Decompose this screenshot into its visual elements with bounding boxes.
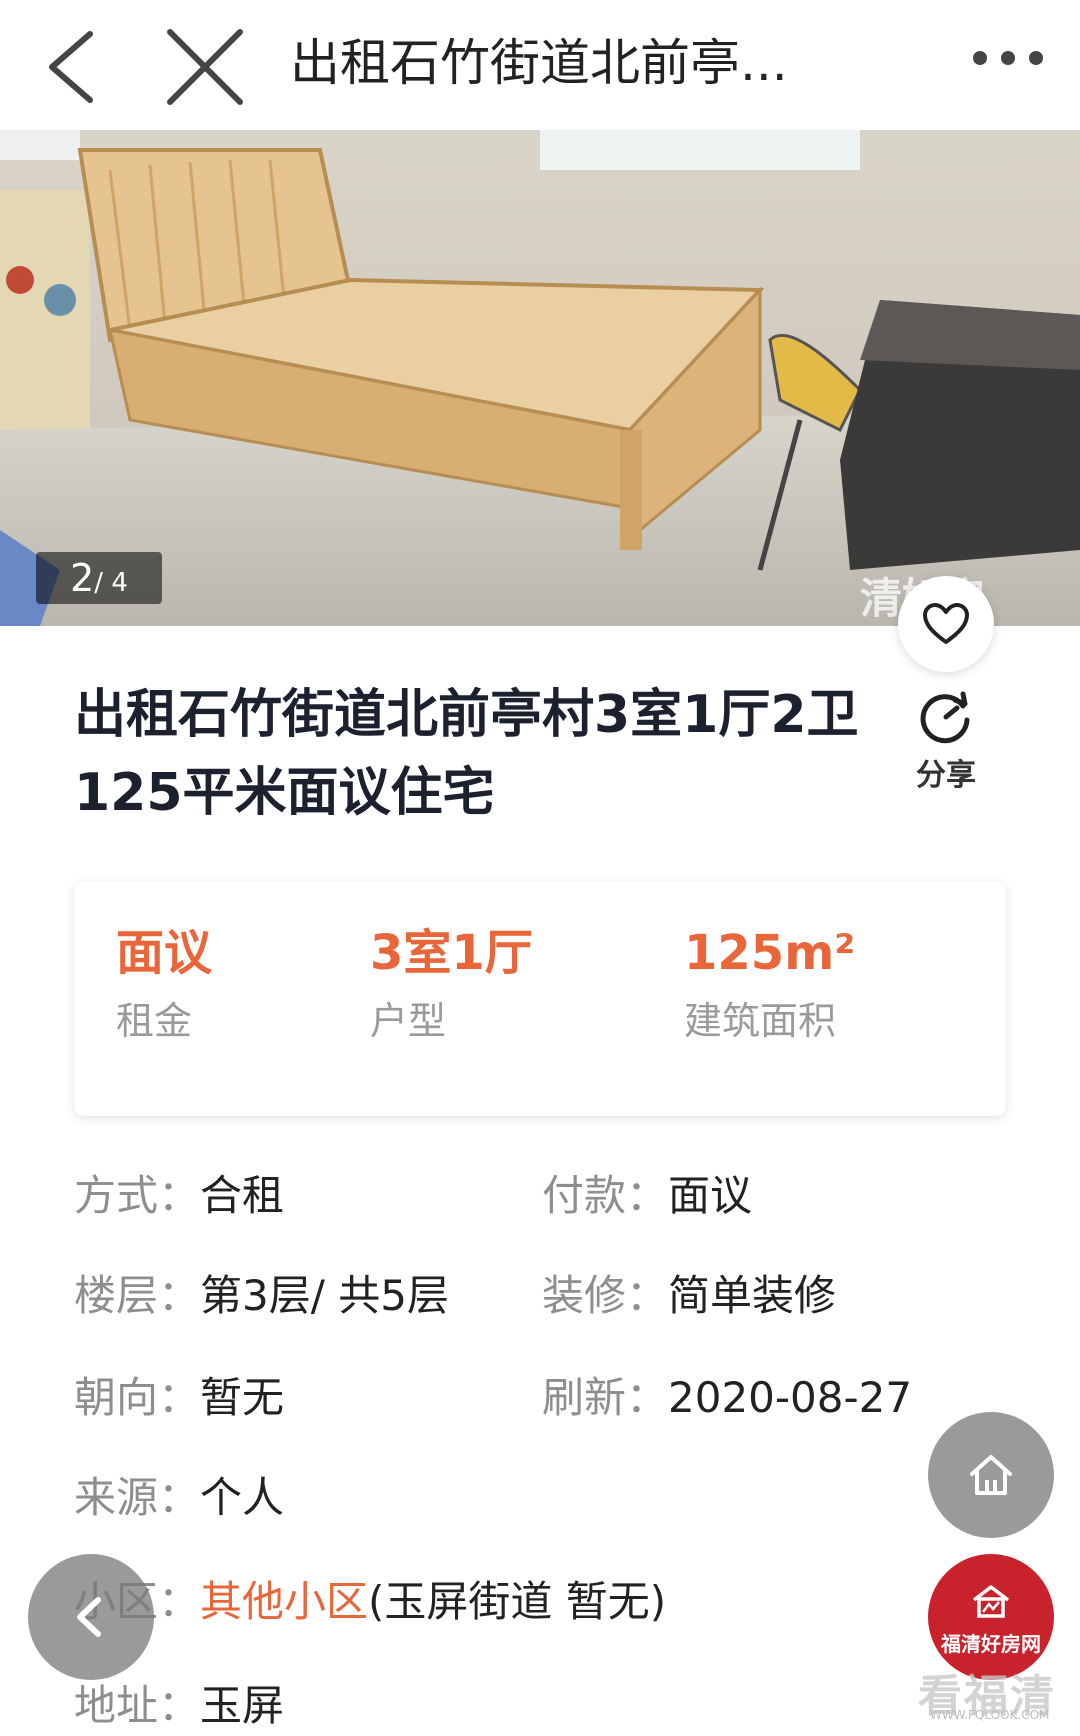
- summary-label: 户型: [370, 999, 447, 1043]
- detail-mode: 方式：合租: [74, 1166, 284, 1226]
- detail-payment: 付款：面议: [542, 1166, 752, 1226]
- house-logo-icon: [972, 1585, 1010, 1618]
- share-icon: [920, 691, 970, 744]
- floating-back-button[interactable]: [28, 1554, 154, 1680]
- summary-rent: 面议 租金: [116, 922, 212, 1050]
- detail-address: 地址：玉屏: [74, 1676, 284, 1736]
- home-icon: [970, 1455, 1012, 1495]
- brand-badge-text: 福清好房网: [941, 1632, 1041, 1656]
- detail-label: 装修：: [542, 1271, 669, 1320]
- detail-source: 来源：个人: [74, 1468, 284, 1528]
- close-button[interactable]: [160, 22, 250, 112]
- detail-value: 个人: [200, 1473, 285, 1522]
- detail-value: 第3层/ 共5层: [200, 1271, 449, 1320]
- detail-decoration: 装修：简单装修: [542, 1266, 836, 1326]
- detail-label: 付款：: [542, 1171, 669, 1220]
- more-button[interactable]: [970, 38, 1050, 78]
- summary-value: 3室1厅: [370, 925, 533, 981]
- community-link[interactable]: 其他小区: [200, 1577, 368, 1626]
- detail-refresh: 刷新：2020-08-27: [542, 1368, 912, 1428]
- detail-label: 楼层：: [74, 1271, 201, 1320]
- share-label: 分享: [916, 758, 976, 793]
- chevron-left-icon: [49, 31, 93, 103]
- page-title: 出租石竹街道北前亭...: [290, 34, 788, 92]
- summary-value: 125m²: [684, 925, 856, 981]
- summary-layout: 3室1厅 户型: [370, 922, 533, 1050]
- heart-icon: [923, 603, 969, 644]
- share-button[interactable]: 分享: [896, 690, 996, 800]
- detail-value: 面议: [668, 1171, 753, 1220]
- listing-title: 出租石竹街道北前亭村3室1厅2卫125平米面议住宅: [74, 685, 859, 823]
- summary-label: 租金: [116, 999, 193, 1043]
- detail-community: 小区：其他小区(玉屏街道 暂无): [74, 1572, 666, 1632]
- chevron-left-icon: [77, 1597, 101, 1637]
- summary-label: 建筑面积: [684, 999, 837, 1043]
- detail-label: 朝向：: [74, 1373, 201, 1422]
- photo-counter-total: / 4: [94, 568, 128, 598]
- photo-counter-current: 2: [70, 556, 95, 600]
- detail-value: 合租: [200, 1171, 285, 1220]
- detail-value: (玉屏街道 暂无): [368, 1577, 667, 1626]
- site-url-watermark: WWW.FQLOOK.COM: [930, 1708, 1050, 1722]
- detail-floor: 楼层：第3层/ 共5层: [74, 1266, 449, 1326]
- detail-value: 暂无: [200, 1373, 285, 1422]
- home-button[interactable]: [928, 1412, 1054, 1538]
- detail-label: 地址：: [74, 1681, 201, 1730]
- summary-card: 面议 租金 3室1厅 户型 125m² 建筑面积: [74, 882, 1006, 1116]
- detail-value: 玉屏: [200, 1681, 285, 1730]
- favorite-button[interactable]: [898, 576, 994, 672]
- top-nav-bar: 出租石竹街道北前亭...: [0, 0, 1080, 130]
- photo-counter: 2/ 4: [36, 552, 162, 604]
- back-button[interactable]: [30, 22, 120, 112]
- detail-label: 来源：: [74, 1473, 201, 1522]
- detail-value: 2020-08-27: [668, 1373, 913, 1422]
- listing-photo[interactable]: [0, 130, 1080, 626]
- detail-value: 简单装修: [668, 1271, 837, 1320]
- summary-value: 面议: [116, 925, 213, 981]
- listing-detail-page: 出租石竹街道北前亭... 2/ 4 出租石竹街道北前亭村3室1厅2卫125平米面…: [0, 0, 1080, 1736]
- close-icon: [167, 29, 243, 105]
- more-horizontal-icon: [973, 51, 1043, 65]
- summary-area: 125m² 建筑面积: [684, 922, 855, 1050]
- detail-label: 刷新：: [542, 1373, 669, 1422]
- detail-label: 方式：: [74, 1171, 201, 1220]
- detail-orientation: 朝向：暂无: [74, 1368, 284, 1428]
